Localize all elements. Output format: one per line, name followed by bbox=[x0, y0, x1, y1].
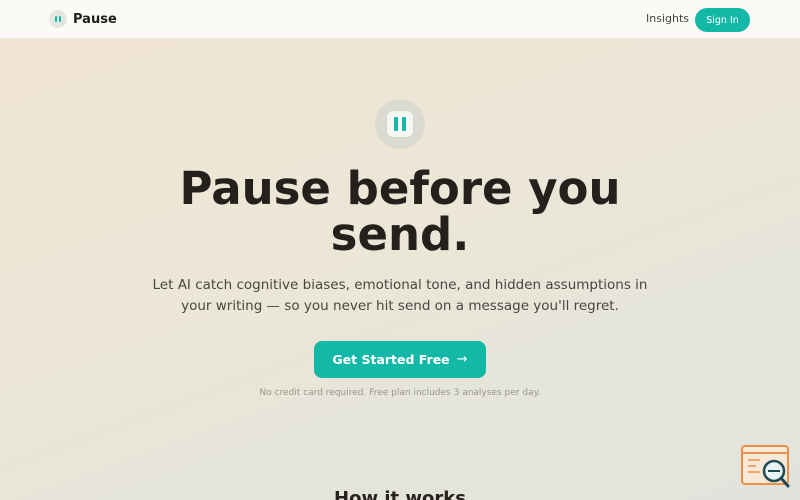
hero-note: No credit card required. Free plan inclu… bbox=[259, 388, 541, 398]
how-it-works-heading: How it works bbox=[334, 488, 466, 500]
brand-name: Pause bbox=[73, 11, 117, 27]
browser-search-icon[interactable] bbox=[740, 444, 792, 490]
nav-link-insights[interactable]: Insights bbox=[646, 12, 689, 25]
brand-logo-link[interactable]: Pause bbox=[49, 10, 117, 28]
arrow-right-icon: → bbox=[456, 352, 468, 367]
get-started-label: Get Started Free bbox=[332, 352, 450, 367]
top-navbar: Pause Insights Sign In bbox=[0, 0, 800, 39]
pause-logo-icon bbox=[49, 10, 67, 28]
sign-in-button[interactable]: Sign In bbox=[695, 8, 750, 32]
hero-pause-icon bbox=[375, 99, 425, 149]
hero-title: Pause before you send. bbox=[100, 166, 700, 258]
hero-title-line-2: send. bbox=[330, 208, 470, 261]
hero-subtitle: Let AI catch cognitive biases, emotional… bbox=[152, 277, 648, 314]
get-started-button[interactable]: Get Started Free → bbox=[314, 341, 486, 378]
